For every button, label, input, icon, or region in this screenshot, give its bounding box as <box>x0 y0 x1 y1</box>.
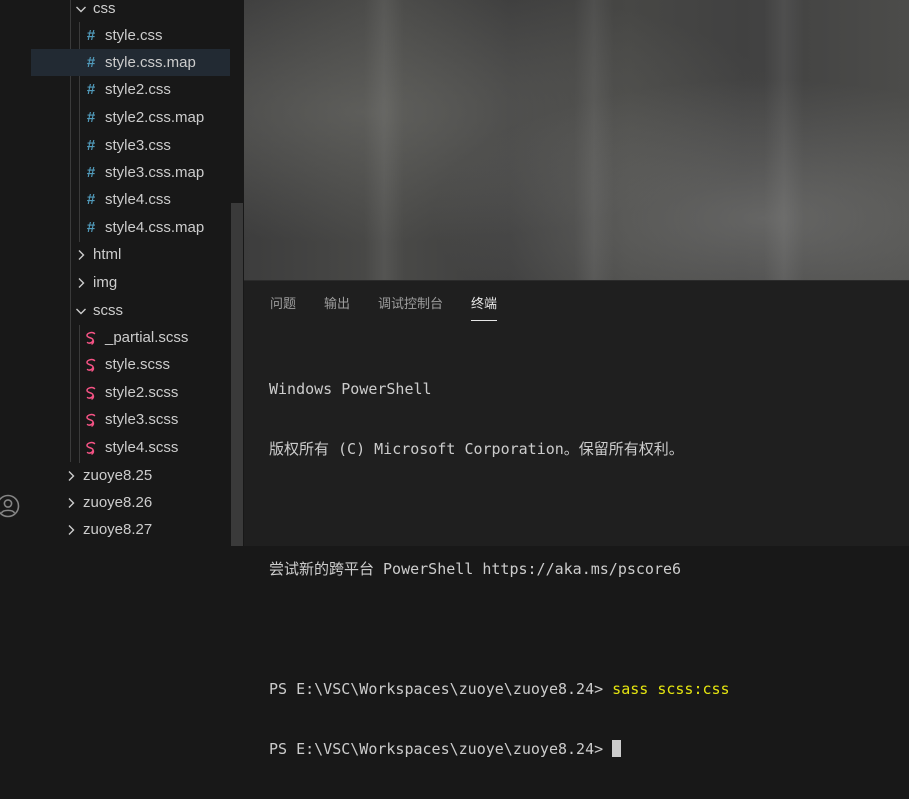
scss-file-icon <box>83 412 99 428</box>
account-icon[interactable] <box>0 494 20 518</box>
css-file-icon: # <box>86 109 96 126</box>
file-item-style2-css[interactable]: # style2.css <box>31 76 244 103</box>
panel-tabs: 问题 输出 调试控制台 终端 <box>270 293 498 323</box>
folder-item-zuoye8-26[interactable]: zuoye8.26 <box>31 489 244 516</box>
tree-item-label: zuoye8.26 <box>83 494 153 511</box>
background-streak <box>574 0 614 280</box>
background-streak <box>364 0 404 280</box>
tree-item-label: style3.css.map <box>105 164 205 181</box>
css-file-icon: # <box>86 27 96 44</box>
folder-item-zuoye8-27[interactable]: zuoye8.27 <box>31 516 244 543</box>
tree-item-label: scss <box>93 302 123 319</box>
css-file-icon: # <box>86 164 96 181</box>
tree-item-label: img <box>93 274 118 291</box>
file-item-style4-scss[interactable]: style4.scss <box>31 434 244 461</box>
background-streak <box>764 0 804 280</box>
terminal-cursor <box>612 740 622 757</box>
chevron-down-icon[interactable] <box>73 303 89 319</box>
folder-item-img[interactable]: img <box>31 269 244 296</box>
file-item-style-css-map[interactable]: # style.css.map <box>31 49 244 76</box>
terminal-line: 版权所有 (C) Microsoft Corporation。保留所有权利。 <box>269 440 684 458</box>
chevron-down-icon[interactable] <box>73 1 89 17</box>
bottom-panel: 问题 输出 调试控制台 终端 Windows PowerShell 版权所有 (… <box>244 280 909 758</box>
terminal-output[interactable]: Windows PowerShell 版权所有 (C) Microsoft Co… <box>269 339 899 799</box>
tab-debug-console[interactable]: 调试控制台 <box>378 293 443 321</box>
sidebar-scrollbar-thumb[interactable] <box>231 203 243 546</box>
css-file-icon: # <box>86 191 96 208</box>
terminal-prompt: PS E:\VSC\Workspaces\zuoye\zuoye8.24> <box>269 680 613 698</box>
file-item-style3-css-map[interactable]: # style3.css.map <box>31 159 244 186</box>
file-item-style4-css-map[interactable]: # style4.css.map <box>31 214 244 241</box>
scss-file-icon <box>83 330 99 346</box>
tree-item-label: style3.scss <box>105 411 179 428</box>
tree-item-label: style4.css <box>105 191 171 208</box>
scss-file-icon <box>83 440 99 456</box>
chevron-right-icon[interactable] <box>73 247 89 263</box>
terminal-command: sass scss:css <box>612 680 730 698</box>
file-item-style2-css-map[interactable]: # style2.css.map <box>31 104 244 131</box>
folder-item-scss[interactable]: scss <box>31 297 244 324</box>
chevron-right-icon[interactable] <box>63 495 79 511</box>
file-item-style3-scss[interactable]: style3.scss <box>31 406 244 433</box>
editor-background-image <box>244 0 909 280</box>
terminal-line: 尝试新的跨平台 PowerShell https://aka.ms/pscore… <box>269 560 682 578</box>
tree-item-label: style.css.map <box>105 54 196 71</box>
css-file-icon: # <box>86 137 96 154</box>
tree-item-label: style2.css <box>105 81 171 98</box>
terminal-line: Windows PowerShell <box>269 380 432 398</box>
tree-item-label: style.scss <box>105 356 171 373</box>
tree-item-label: style2.scss <box>105 384 179 401</box>
tree-item-label: html <box>93 246 122 263</box>
chevron-right-icon[interactable] <box>63 468 79 484</box>
chevron-right-icon[interactable] <box>73 275 89 291</box>
tab-problems[interactable]: 问题 <box>270 293 296 321</box>
file-item-style3-css[interactable]: # style3.css <box>31 132 244 159</box>
folder-item-html[interactable]: html <box>31 241 244 268</box>
tree-item-label: zuoye8.25 <box>83 467 153 484</box>
tree-item-label: style2.css.map <box>105 109 205 126</box>
folder-item-zuoye8-25[interactable]: zuoye8.25 <box>31 462 244 489</box>
chevron-right-icon[interactable] <box>63 522 79 538</box>
tree-item-label: style3.css <box>105 137 171 154</box>
file-item-style4-css[interactable]: # style4.css <box>31 186 244 213</box>
folder-item-css[interactable]: css <box>31 0 244 22</box>
explorer-sidebar: css # style.css # style.css.map # style2.css # s… <box>31 0 244 546</box>
file-item-style-css[interactable]: # style.css <box>31 22 244 49</box>
file-item-partial-scss[interactable]: _partial.scss <box>31 324 244 351</box>
tree-item-label: style4.css.map <box>105 219 205 236</box>
terminal-input-line[interactable]: PS E:\VSC\Workspaces\zuoye\zuoye8.24> <box>269 739 899 759</box>
activity-bar <box>0 0 31 546</box>
tree-item-label: css <box>93 0 116 17</box>
terminal-prompt: PS E:\VSC\Workspaces\zuoye\zuoye8.24> <box>269 740 613 758</box>
tree-item-label: style.css <box>105 27 163 44</box>
tree-item-label: zuoye8.27 <box>83 521 153 538</box>
terminal-command-line: PS E:\VSC\Workspaces\zuoye\zuoye8.24> sa… <box>269 679 899 699</box>
css-file-icon: # <box>86 81 96 98</box>
scss-file-icon <box>83 385 99 401</box>
file-item-style2-scss[interactable]: style2.scss <box>31 379 244 406</box>
file-item-style-scss[interactable]: style.scss <box>31 351 244 378</box>
css-file-icon: # <box>86 219 96 236</box>
tab-terminal[interactable]: 终端 <box>471 293 498 321</box>
scss-file-icon <box>83 357 99 373</box>
css-file-icon: # <box>86 54 96 71</box>
tree-item-label: _partial.scss <box>105 329 189 346</box>
tab-output[interactable]: 输出 <box>324 293 350 321</box>
tree-item-label: style4.scss <box>105 439 179 456</box>
